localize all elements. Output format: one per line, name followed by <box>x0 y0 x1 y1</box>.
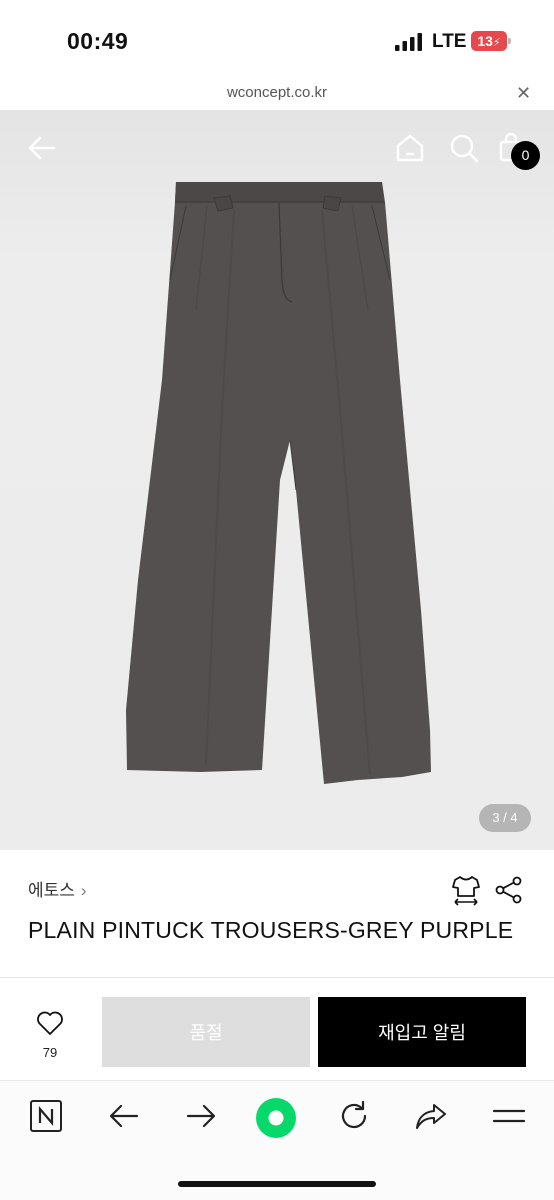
brand-name: 에토스 <box>28 881 75 900</box>
arrow-left-icon[interactable] <box>26 132 58 164</box>
refresh-icon[interactable] <box>337 1099 371 1133</box>
menu-icon[interactable] <box>492 1099 526 1133</box>
network-label: LTE <box>432 31 467 52</box>
battery-icon: 13⚡ <box>471 31 507 51</box>
share-arrow-icon[interactable] <box>414 1099 448 1133</box>
signal-icon <box>395 33 422 51</box>
brand-link[interactable]: 에토스 › <box>28 876 87 901</box>
battery-level: 13 <box>477 33 493 49</box>
chevron-right-icon: › <box>80 881 87 900</box>
heart-icon[interactable] <box>36 1010 64 1036</box>
back-arrow-icon[interactable] <box>108 1099 140 1133</box>
cart-count-badge[interactable]: 0 <box>511 141 540 170</box>
forward-arrow-icon[interactable] <box>185 1099 217 1133</box>
gallery-counter: 3 / 4 <box>479 804 531 832</box>
product-title: PLAIN PINTUCK TROUSERS-GREY PURPLE <box>28 917 514 943</box>
restock-alert-button[interactable]: 재입고 알림 <box>318 997 526 1067</box>
battery-tip <box>508 38 511 44</box>
status-time: 00:49 <box>67 28 129 54</box>
like-button[interactable]: 79 <box>28 1010 72 1060</box>
soldout-button[interactable]: 품절 <box>102 997 310 1067</box>
status-bar: 00:49 LTE 13⚡ <box>0 0 554 80</box>
home-indicator <box>178 1181 376 1187</box>
naver-n-icon[interactable] <box>29 1099 63 1133</box>
home-icon[interactable] <box>394 132 426 164</box>
size-guide-icon[interactable] <box>451 874 481 906</box>
like-count: 79 <box>42 1045 58 1060</box>
close-icon[interactable]: ✕ <box>516 83 531 104</box>
green-dot-icon[interactable] <box>255 1097 297 1139</box>
share-icon[interactable] <box>495 876 523 904</box>
divider <box>0 977 554 978</box>
url-text: wconcept.co.kr <box>226 84 328 101</box>
search-icon[interactable] <box>448 132 480 164</box>
url-bar[interactable]: wconcept.co.kr ✕ <box>0 80 554 110</box>
product-gallery[interactable]: 0 3 / 4 <box>0 110 554 850</box>
product-image <box>126 182 431 784</box>
